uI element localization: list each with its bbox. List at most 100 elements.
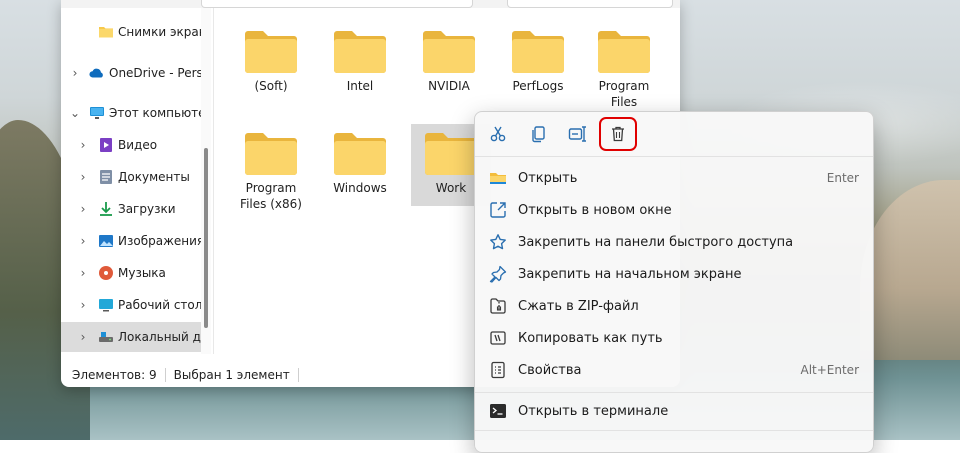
file-name: PerfLogs <box>512 79 564 93</box>
sidebar-item-documents[interactable]: › Документы <box>61 162 201 192</box>
menu-item-open[interactable]: Открыть Enter <box>475 162 873 194</box>
sidebar-item-desktop[interactable]: › Рабочий стол <box>61 290 201 320</box>
drive-icon <box>98 329 114 345</box>
rename-icon <box>568 126 586 142</box>
file-name: Windows <box>333 181 387 195</box>
navigation-pane: Снимки экрана › OneDrive - Perso ⌄ Этот … <box>61 8 201 354</box>
sidebar-item-onedrive[interactable]: › OneDrive - Perso <box>61 58 201 88</box>
menu-separator <box>475 392 873 393</box>
delete-button[interactable] <box>599 117 637 151</box>
folder-item-program-files-x86[interactable]: Program Files (x86) <box>231 124 311 216</box>
status-selected-count: Выбран 1 элемент <box>173 367 290 382</box>
folder-item-intel[interactable]: Intel <box>320 22 400 114</box>
folder-icon <box>334 31 386 73</box>
menu-item-copy-path[interactable]: Копировать как путь <box>475 322 873 354</box>
sidebar-scrollbar[interactable] <box>201 8 211 354</box>
sidebar-item-label: Этот компьютер <box>109 106 201 120</box>
folder-item-program-files[interactable]: Program Files <box>586 22 662 114</box>
chevron-right-icon[interactable]: › <box>78 234 88 248</box>
menu-separator <box>475 430 873 431</box>
folder-item-soft[interactable]: (Soft) <box>231 22 311 114</box>
menu-item-label: Открыть <box>518 170 578 186</box>
menu-item-shortcut: Enter <box>826 171 859 185</box>
sidebar-item-label: Снимки экрана <box>118 25 201 39</box>
file-name: NVIDIA <box>428 79 470 93</box>
toolbar-strip <box>61 0 680 8</box>
sidebar-item-label: Рабочий стол <box>118 298 201 312</box>
menu-item-shortcut: Alt+Enter <box>800 363 859 377</box>
chevron-right-icon[interactable]: › <box>78 170 88 184</box>
zip-icon <box>489 297 507 315</box>
sidebar-item-label: Музыка <box>118 266 166 280</box>
menu-item-pin-start[interactable]: Закрепить на начальном экране <box>475 258 873 290</box>
pictures-icon <box>98 233 114 249</box>
pin-icon <box>489 265 507 283</box>
music-icon <box>98 265 114 281</box>
sidebar-item-this-pc[interactable]: ⌄ Этот компьютер <box>61 98 201 128</box>
file-name: (Soft) <box>254 79 288 93</box>
video-icon <box>98 137 114 153</box>
chevron-right-icon[interactable]: › <box>78 202 88 216</box>
menu-item-label: Сжать в ZIP-файл <box>518 298 639 314</box>
folder-item-nvidia[interactable]: NVIDIA <box>409 22 489 114</box>
copy-button[interactable] <box>522 120 554 148</box>
sidebar-item-videos[interactable]: › Видео <box>61 130 201 160</box>
sidebar-item-music[interactable]: › Музыка <box>61 258 201 288</box>
menu-item-label: Копировать как путь <box>518 330 663 346</box>
folder-icon <box>489 169 507 187</box>
scrollbar-thumb[interactable] <box>204 148 208 328</box>
address-bar[interactable] <box>201 0 473 8</box>
folder-icon <box>598 31 650 73</box>
sidebar-item-local-disk[interactable]: › Локальный дис <box>61 322 201 352</box>
wallpaper-dune <box>860 180 960 360</box>
menu-item-open-new-window[interactable]: Открыть в новом окне <box>475 194 873 226</box>
menu-item-label: Закрепить на панели быстрого доступа <box>518 234 794 250</box>
folder-icon <box>334 133 386 175</box>
menu-item-label: Свойства <box>518 362 582 378</box>
chevron-right-icon[interactable]: › <box>78 330 88 344</box>
menu-item-properties[interactable]: Свойства Alt+Enter <box>475 354 873 386</box>
sidebar-item-downloads[interactable]: › Загрузки <box>61 194 201 224</box>
onedrive-cloud-icon <box>89 65 105 81</box>
sidebar-item-label: Видео <box>118 138 158 152</box>
chevron-right-icon[interactable]: › <box>78 138 88 152</box>
sidebar-item-screenshots[interactable]: Снимки экрана <box>61 17 201 47</box>
chevron-right-icon[interactable]: › <box>70 66 80 80</box>
chevron-right-icon[interactable]: › <box>78 266 88 280</box>
menu-item-pin-quick-access[interactable]: Закрепить на панели быстрого доступа <box>475 226 873 258</box>
cut-icon <box>490 126 506 142</box>
desktop-icon <box>98 297 114 313</box>
sidebar-item-label: Документы <box>118 170 190 184</box>
status-separator <box>164 367 166 382</box>
pane-divider <box>213 8 214 354</box>
menu-item-zip[interactable]: Сжать в ZIP-файл <box>475 290 873 322</box>
sidebar-item-label: Загрузки <box>118 202 176 216</box>
search-box[interactable] <box>507 0 673 8</box>
folder-icon <box>512 31 564 73</box>
file-name: Work <box>435 181 467 195</box>
sidebar-item-pictures[interactable]: › Изображения <box>61 226 201 256</box>
download-icon <box>98 201 114 217</box>
rename-button[interactable] <box>562 120 594 148</box>
menu-item-open-terminal[interactable]: Открыть в терминале <box>475 395 873 427</box>
properties-icon <box>489 361 507 379</box>
open-new-window-icon <box>489 201 507 219</box>
delete-icon <box>612 126 624 142</box>
copy-icon <box>532 126 545 143</box>
folder-item-perflogs[interactable]: PerfLogs <box>498 22 578 114</box>
monitor-icon <box>89 105 105 121</box>
documents-icon <box>98 169 114 185</box>
folder-icon <box>245 31 297 73</box>
sidebar-item-label: Изображения <box>118 234 201 248</box>
file-name: Program Files <box>598 79 650 109</box>
chevron-down-icon[interactable]: ⌄ <box>70 106 80 120</box>
cut-button[interactable] <box>482 120 514 148</box>
menu-item-label: Открыть в новом окне <box>518 202 672 218</box>
sidebar-item-label: OneDrive - Perso <box>109 66 201 80</box>
folder-item-windows[interactable]: Windows <box>320 124 400 216</box>
context-menu: Открыть Enter Открыть в новом окне Закре… <box>474 111 874 453</box>
chevron-right-icon[interactable]: › <box>78 298 88 312</box>
sidebar-item-label: Локальный дис <box>118 330 201 344</box>
folder-icon <box>98 24 114 40</box>
copy-path-icon <box>489 329 507 347</box>
